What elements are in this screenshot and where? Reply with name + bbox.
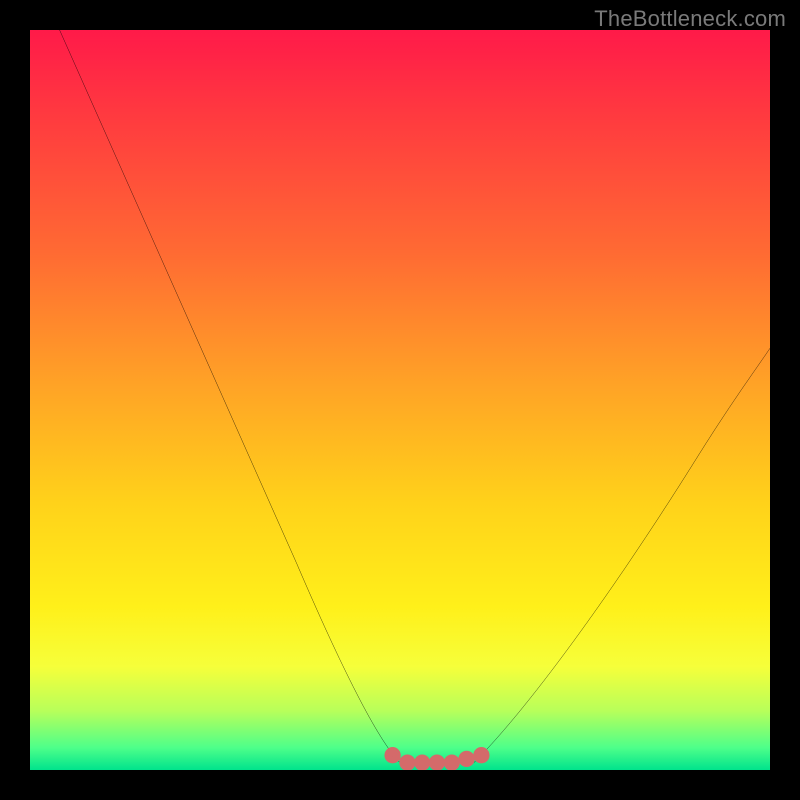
curve-left-branch — [60, 30, 400, 763]
watermark-text: TheBottleneck.com — [594, 6, 786, 32]
chart-frame: TheBottleneck.com — [0, 0, 800, 800]
valley-marker-group — [384, 747, 489, 770]
bottleneck-curve — [30, 30, 770, 770]
curve-right-branch — [474, 348, 770, 762]
chart-plot-area — [30, 30, 770, 770]
